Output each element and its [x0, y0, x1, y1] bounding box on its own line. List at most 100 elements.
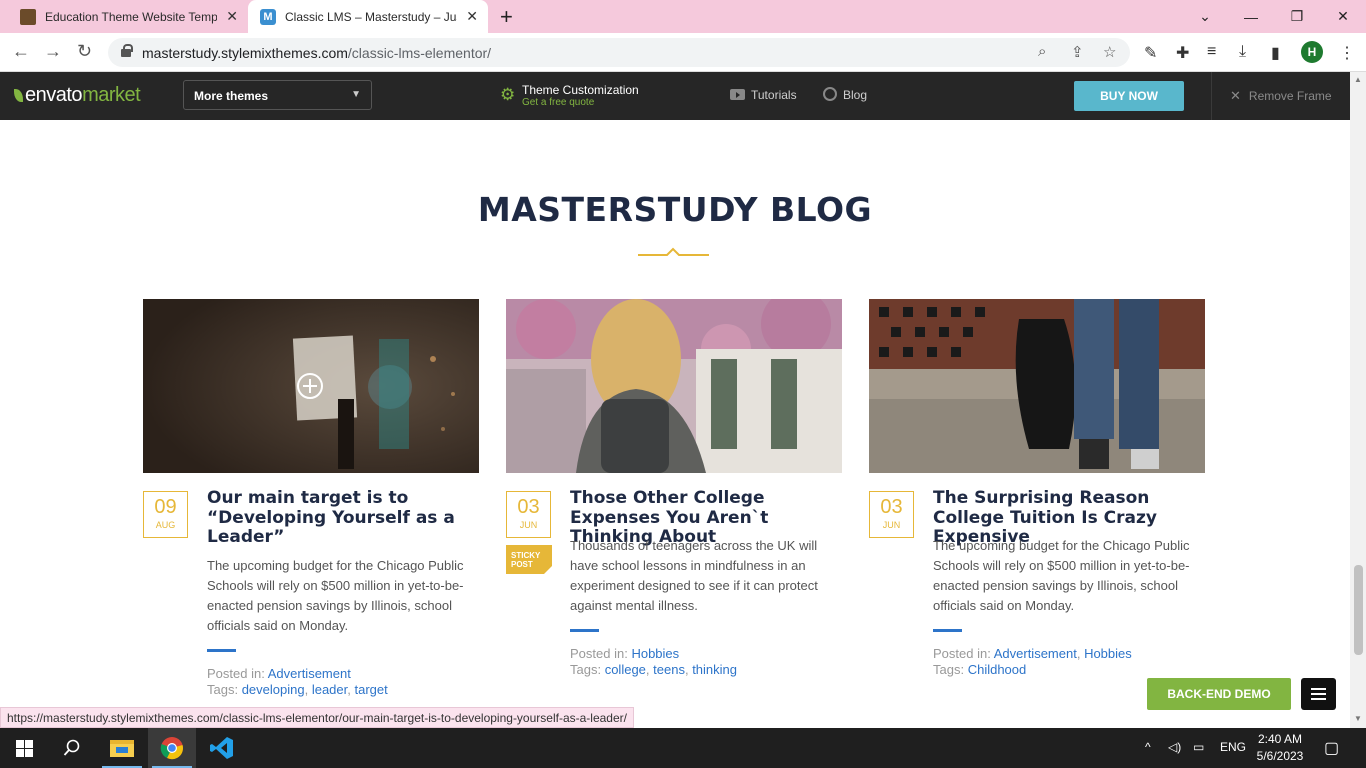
new-tab-button[interactable]: +	[500, 4, 513, 30]
scroll-down-arrow-icon[interactable]: ▼	[1354, 714, 1362, 723]
zoom-icon[interactable]: ⌕	[1038, 43, 1046, 60]
tutorials-link[interactable]: Tutorials	[730, 88, 797, 102]
scroll-up-arrow-icon[interactable]: ▲	[1354, 75, 1362, 84]
tab-strip: Education Theme Website Templ ✕ M Classi…	[0, 0, 1366, 33]
gear-icon: ⚙	[500, 85, 516, 104]
scrollbar-thumb[interactable]	[1354, 565, 1363, 655]
search-button[interactable]	[48, 728, 96, 768]
post-image-protest-sign[interactable]	[143, 299, 479, 473]
profile-avatar[interactable]: H	[1301, 41, 1323, 63]
envato-leaf-icon	[14, 89, 23, 102]
folder-icon	[110, 740, 134, 757]
post-separator	[933, 629, 962, 632]
browser-menu-icon[interactable]: ⋮	[1339, 43, 1355, 63]
side-panel-icon[interactable]: ▮	[1271, 43, 1280, 63]
menu-line	[1311, 688, 1326, 690]
extensions-puzzle-icon[interactable]: ✚	[1176, 43, 1189, 63]
show-hidden-icons-chevron-icon[interactable]: ^	[1145, 740, 1151, 754]
close-tab-icon[interactable]: ✕	[226, 8, 238, 25]
sticky-post-badge: STICKY POST	[506, 545, 552, 574]
notifications-icon[interactable]: ▢	[1324, 738, 1339, 758]
lock-icon[interactable]	[121, 44, 133, 57]
wordpress-icon	[823, 87, 837, 101]
book-icon	[20, 8, 36, 25]
youtube-icon	[730, 89, 745, 100]
tag-link[interactable]: Childhood	[968, 662, 1027, 677]
category-link[interactable]: Hobbies	[1084, 646, 1132, 661]
post-tags: Tags: developing, leader, target	[207, 682, 388, 697]
share-icon[interactable]: ⇪	[1071, 43, 1084, 61]
post-excerpt: The upcoming budget for the Chicago Publ…	[207, 558, 464, 633]
search-icon	[63, 739, 80, 756]
language-indicator[interactable]: ENG	[1220, 740, 1246, 754]
post-categories: Posted in: Advertisement	[207, 666, 351, 681]
close-tab-icon[interactable]: ✕	[466, 8, 478, 25]
taskbar-chrome[interactable]	[148, 728, 196, 768]
status-bar-url: https://masterstudy.stylemixthemes.com/c…	[0, 707, 634, 728]
envato-preview-bar: envatomarket More themes ▼ ⚙ Theme Custo…	[0, 72, 1350, 120]
close-window-button[interactable]: ✕	[1320, 0, 1366, 33]
post-excerpt: The upcoming budget for the Chicago Publ…	[933, 538, 1190, 613]
browser-tab-education[interactable]: Education Theme Website Templ ✕	[8, 0, 248, 33]
battery-icon[interactable]: ▭	[1193, 740, 1204, 754]
restore-button[interactable]: ❐	[1274, 0, 1320, 33]
envato-market-logo[interactable]: envatomarket	[14, 84, 141, 107]
back-arrow-icon[interactable]: ←	[12, 41, 30, 62]
system-clock[interactable]: 2:40 AM 5/6/2023	[1248, 731, 1312, 765]
tag-link[interactable]: developing	[242, 682, 305, 697]
remove-frame-button[interactable]: ✕ Remove Frame	[1211, 72, 1350, 120]
tag-link[interactable]: teens	[653, 662, 685, 677]
blog-post-card: 03 JUN STICKY POST Those Other College Ex…	[506, 299, 842, 677]
blog-link[interactable]: Blog	[823, 87, 867, 102]
taskbar-vscode[interactable]	[198, 728, 246, 768]
category-link[interactable]: Advertisement	[268, 666, 351, 681]
tag-link[interactable]: target	[354, 682, 387, 697]
address-bar[interactable]: masterstudy.stylemixthemes.com/classic-l…	[108, 38, 1130, 67]
hamburger-menu-button[interactable]	[1301, 678, 1336, 710]
close-icon: ✕	[1230, 88, 1241, 103]
windows-taskbar: ^ ◁) ▭ ENG 2:40 AM 5/6/2023 ▢	[0, 728, 1366, 768]
post-image-backpack-jeans[interactable]	[869, 299, 1205, 473]
forward-arrow-icon[interactable]: →	[44, 41, 62, 62]
post-separator	[570, 629, 599, 632]
media-queue-icon[interactable]: ≡	[1207, 43, 1216, 61]
start-button[interactable]	[0, 728, 48, 768]
post-date-badge: 09 AUG	[143, 491, 188, 538]
post-image-student-backpack[interactable]	[506, 299, 842, 473]
minimize-button[interactable]: —	[1228, 0, 1274, 33]
post-categories: Posted in: Hobbies	[570, 646, 680, 661]
taskbar-file-explorer[interactable]	[98, 728, 146, 768]
post-excerpt: Thousands of teenagers across the UK wil…	[570, 538, 818, 613]
reload-icon[interactable]: ↻	[77, 41, 92, 62]
browser-toolbar: ← → ↻ masterstudy.stylemixthemes.com/cla…	[0, 33, 1366, 72]
tab-search-icon[interactable]: ⌄	[1182, 0, 1228, 33]
tag-link[interactable]: leader	[312, 682, 347, 697]
blog-post-card: 09 AUG Our main target is to “Developing…	[143, 299, 479, 697]
chevron-down-icon: ▼	[351, 89, 361, 100]
tag-link[interactable]: college	[605, 662, 646, 677]
post-tags: Tags: Childhood	[933, 662, 1027, 677]
tab-title: Education Theme Website Templ	[45, 9, 217, 24]
browser-tab-masterstudy[interactable]: M Classic LMS – Masterstudy – Just ✕	[248, 0, 488, 33]
buy-now-button[interactable]: BUY NOW	[1074, 81, 1184, 111]
post-categories: Posted in: Advertisement, Hobbies	[933, 646, 1132, 661]
back-end-demo-button[interactable]: BACK-END DEMO	[1147, 678, 1291, 710]
menu-line	[1311, 698, 1326, 700]
url-text[interactable]: masterstudy.stylemixthemes.com/classic-l…	[142, 45, 491, 61]
post-date-badge: 03 JUN	[506, 491, 551, 538]
category-link[interactable]: Advertisement	[994, 646, 1077, 661]
bookmark-star-icon[interactable]: ☆	[1103, 43, 1116, 61]
tab-title: Classic LMS – Masterstudy – Just	[285, 9, 457, 24]
post-separator	[207, 649, 236, 652]
category-link[interactable]: Hobbies	[631, 646, 679, 661]
volume-icon[interactable]: ◁)	[1168, 740, 1181, 754]
eyedropper-icon[interactable]: ✎	[1144, 43, 1157, 63]
page-scrollbar[interactable]: ▲ ▼	[1350, 72, 1366, 728]
download-icon[interactable]: ⤓	[1239, 43, 1246, 61]
more-themes-dropdown[interactable]: More themes ▼	[183, 80, 372, 110]
tag-link[interactable]: thinking	[692, 662, 737, 677]
windows-logo-icon	[15, 739, 33, 757]
blog-post-card: 03 JUN The Surprising Reason College Tui…	[869, 299, 1205, 677]
post-date-badge: 03 JUN	[869, 491, 914, 538]
post-title-link[interactable]: Our main target is to “Developing Yourse…	[207, 488, 479, 548]
